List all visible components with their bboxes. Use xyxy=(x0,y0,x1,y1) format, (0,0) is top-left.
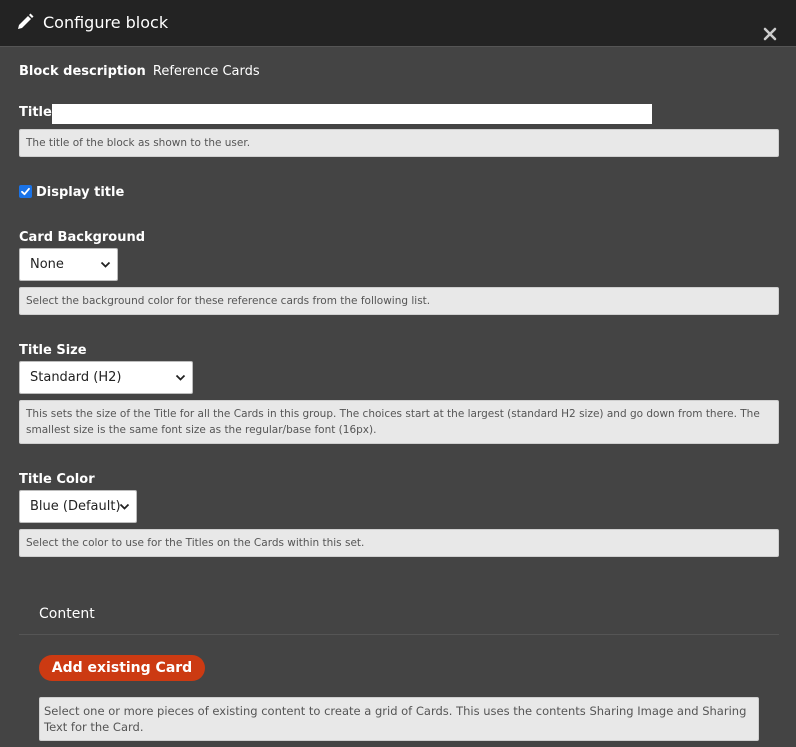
title-size-help-text: This sets the size of the Title for all … xyxy=(19,400,779,444)
add-existing-card-button[interactable]: Add existing Card xyxy=(39,655,205,681)
title-field-label: Title xyxy=(19,105,52,120)
display-title-checkbox[interactable] xyxy=(19,185,32,198)
title-size-label: Title Size xyxy=(19,343,87,358)
dialog-header: Configure block xyxy=(0,0,796,47)
block-description-label: Block description xyxy=(19,64,146,79)
card-background-help-text: Select the background color for these re… xyxy=(19,287,779,315)
chevron-down-icon xyxy=(100,261,111,268)
block-description: Block description Reference Cards xyxy=(19,60,260,80)
close-icon[interactable] xyxy=(760,24,780,44)
checkmark-icon xyxy=(21,187,30,196)
content-section-heading: Content xyxy=(39,606,95,622)
title-input[interactable] xyxy=(52,104,652,124)
title-color-select[interactable]: Blue (Default) xyxy=(19,490,137,523)
chevron-down-icon xyxy=(119,503,130,510)
display-title-label: Display title xyxy=(36,185,125,200)
title-size-selected: Standard (H2) xyxy=(30,370,122,385)
content-help-text: Select one or more pieces of existing co… xyxy=(39,697,759,741)
title-help-text: The title of the block as shown to the u… xyxy=(19,129,779,157)
chevron-down-icon xyxy=(175,374,186,381)
title-color-label: Title Color xyxy=(19,472,95,487)
pencil-icon xyxy=(18,13,34,29)
card-background-select[interactable]: None xyxy=(19,248,118,281)
title-color-selected: Blue (Default) xyxy=(30,499,121,514)
card-background-label: Card Background xyxy=(19,230,146,245)
block-description-value: Reference Cards xyxy=(152,64,260,79)
card-background-selected: None xyxy=(30,257,64,272)
dialog-title: Configure block xyxy=(43,13,169,32)
title-color-help-text: Select the color to use for the Titles o… xyxy=(19,529,779,557)
content-divider xyxy=(19,634,779,635)
dialog-body: Block description Reference Cards Title … xyxy=(0,47,796,747)
title-size-select[interactable]: Standard (H2) xyxy=(19,361,193,394)
